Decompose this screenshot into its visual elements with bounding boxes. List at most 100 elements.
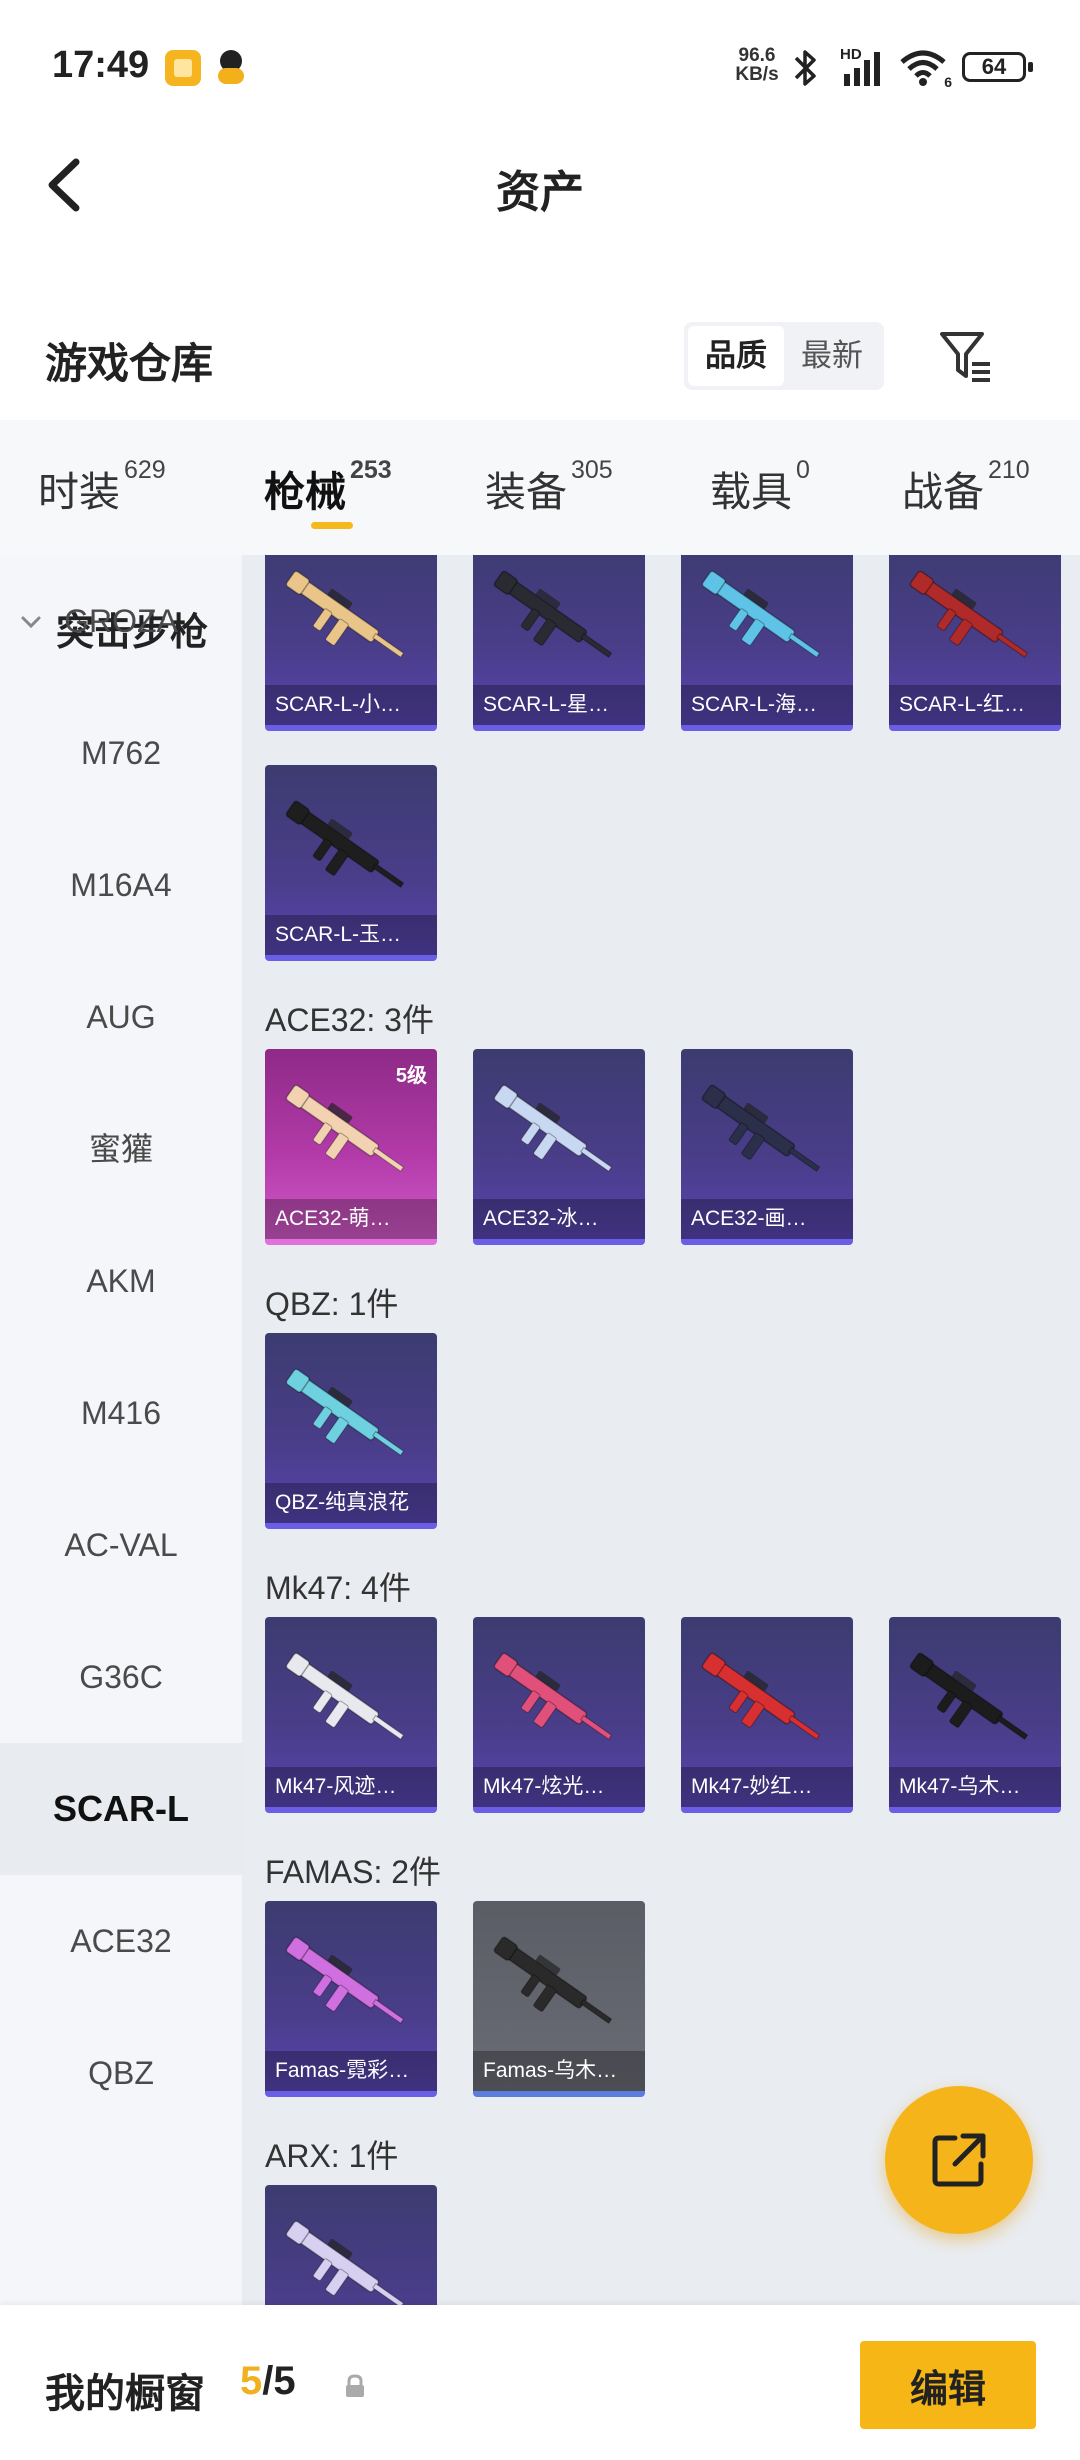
weapon-skin-card[interactable]: Mk47-炫光… [473,1617,645,1813]
weapon-skin-name: QBZ-纯真浪花 [265,1483,437,1523]
tab-label: 战备 [902,469,984,515]
weapon-skin-image [493,1084,613,1172]
tab-label: 枪械 [264,469,346,515]
weapon-skin-name: Mk47-炫光… [473,1767,645,1807]
weapon-skin-image [285,1652,405,1740]
weapon-skin-card[interactable] [265,2185,437,2305]
tab-fashion[interactable]: 时装 629 [38,456,166,518]
weapon-skin-image [493,1936,613,2024]
wifi-version-label: 6 [944,74,952,90]
weapon-skin-name: SCAR-L-红… [889,685,1061,725]
weapon-sidebar: 突击步枪 GROZA M762 M16A4 AUG 蜜獾 AKM M416 AC-VAL G36… [0,555,242,2305]
weapon-group-label: ACE32: 3件 [265,1002,434,1038]
weapon-skin-name: SCAR-L-玉… [265,915,437,955]
weapon-skin-card[interactable]: Mk47-风迹… [265,1617,437,1813]
qq-app-icon [216,50,246,86]
sidebar-item-aug[interactable]: AUG [0,951,242,1083]
sidebar-item-m16a4[interactable]: M16A4 [0,819,242,951]
weapon-skin-card[interactable]: SCAR-L-小… [265,555,437,731]
tab-count: 0 [796,456,810,484]
share-fab-button[interactable] [885,2086,1033,2234]
weapon-skin-card[interactable]: Mk47-妙红… [681,1617,853,1813]
sidebar-item-ace32[interactable]: ACE32 [0,1875,242,2007]
weapon-group-label: Mk47: 4件 [265,1570,411,1606]
weapon-skin-card[interactable]: ACE32-画… [681,1049,853,1245]
edit-button[interactable]: 编辑 [860,2341,1036,2429]
weapon-skin-card[interactable]: 5级 ACE32-萌… [265,1049,437,1245]
weapon-skin-name: Famas-霓彩… [265,2051,437,2091]
active-tab-indicator [311,522,353,529]
weapon-skin-card[interactable]: QBZ-纯真浪花 [265,1333,437,1529]
tab-label: 装备 [485,469,567,515]
sidebar-item-groza[interactable]: GROZA [0,555,242,687]
showcase-count-total: /5 [262,2359,296,2403]
sidebar-item--[interactable]: 蜜獾 [0,1083,242,1215]
sidebar-item-m762[interactable]: M762 [0,687,242,819]
network-speed-value: 96.6 [738,45,776,66]
sort-option-quality[interactable]: 品质 [688,326,784,386]
weapon-skin-card[interactable]: SCAR-L-玉… [265,765,437,961]
weapon-skin-name: ACE32-冰… [473,1199,645,1239]
battery-indicator: 64 [962,52,1033,82]
sidebar-item-m416[interactable]: M416 [0,1347,242,1479]
weapon-skin-image [493,1652,613,1740]
sidebar-item-akm[interactable]: AKM [0,1215,242,1347]
weapon-skin-image [701,570,821,658]
filter-icon[interactable] [936,326,996,386]
weapon-skin-image [493,570,613,658]
lock-icon [346,2374,364,2397]
weapon-skin-image [285,1368,405,1456]
tab-equipment[interactable]: 装备 305 [485,456,613,518]
gallery-app-icon [165,50,201,86]
weapon-skin-name: SCAR-L-星… [473,685,645,725]
weapon-skin-image [285,800,405,888]
showcase-label: 我的橱窗 [45,2372,205,2416]
weapon-skin-name: Mk47-乌木… [889,1767,1061,1807]
page-title: 资产 [496,168,584,217]
tab-count: 253 [350,456,392,484]
wifi-icon: 6 [898,48,952,90]
weapon-group-label: ARX: 1件 [265,2138,399,2174]
weapon-skin-name: ACE32-萌… [265,1199,437,1239]
weapon-skin-name: Mk47-妙红… [681,1767,853,1807]
weapon-skin-image [285,2220,405,2305]
network-speed-unit: KB/s [735,64,779,85]
status-bar: 17:49 96.6 KB/s HD 6 64 [0,0,1080,130]
weapon-skin-card[interactable]: ACE32-冰… [473,1049,645,1245]
showcase-bar: 我的橱窗 5/5 编辑 [0,2305,1080,2460]
weapon-skin-card[interactable]: SCAR-L-海… [681,555,853,731]
weapon-skin-card[interactable]: SCAR-L-星… [473,555,645,731]
sidebar-item-g36c[interactable]: G36C [0,1611,242,1743]
weapon-group-label: FAMAS: 2件 [265,1854,442,1890]
weapon-skin-name: Mk47-风迹… [265,1767,437,1807]
tab-vehicles[interactable]: 载具 0 [710,456,810,518]
weapon-skin-name: SCAR-L-海… [681,685,853,725]
weapon-skin-name: SCAR-L-小… [265,685,437,725]
sidebar-item-scar-l[interactable]: SCAR-L [0,1743,242,1875]
tab-firearms[interactable]: 枪械 253 [264,456,392,518]
weapon-skin-image [285,570,405,658]
weapon-skin-image [285,1084,405,1172]
showcase-count: 5/5 [240,2359,296,2404]
sidebar-item-qbz[interactable]: QBZ [0,2007,242,2139]
weapon-skin-card[interactable]: Mk47-乌木… [889,1617,1061,1813]
status-time: 17:49 [52,44,150,86]
weapon-grid: SCAR-L-小… SCAR-L-星… SCAR-L-海… SCAR-L-红… SCAR… [242,555,1080,2305]
showcase-count-current: 5 [240,2359,263,2403]
tab-combat-gear[interactable]: 战备 210 [902,456,1030,518]
weapon-skin-image [909,1652,1029,1740]
tab-count: 629 [124,456,166,484]
weapon-skin-name: ACE32-画… [681,1199,853,1239]
weapon-skin-card[interactable]: Famas-乌木… [473,1901,645,2097]
page-header: 资产 [0,130,1080,240]
tab-label: 载具 [710,469,792,515]
weapon-group-label: QBZ: 1件 [265,1286,399,1322]
warehouse-title: 游戏仓库 [45,340,214,387]
sidebar-item-ac-val[interactable]: AC-VAL [0,1479,242,1611]
tab-count: 210 [988,456,1030,484]
weapon-skin-card[interactable]: Famas-霓彩… [265,1901,437,2097]
weapon-skin-image [285,1936,405,2024]
sort-option-latest[interactable]: 最新 [784,326,880,386]
network-speed: 96.6 KB/s [732,46,782,84]
weapon-skin-card[interactable]: SCAR-L-红… [889,555,1061,731]
